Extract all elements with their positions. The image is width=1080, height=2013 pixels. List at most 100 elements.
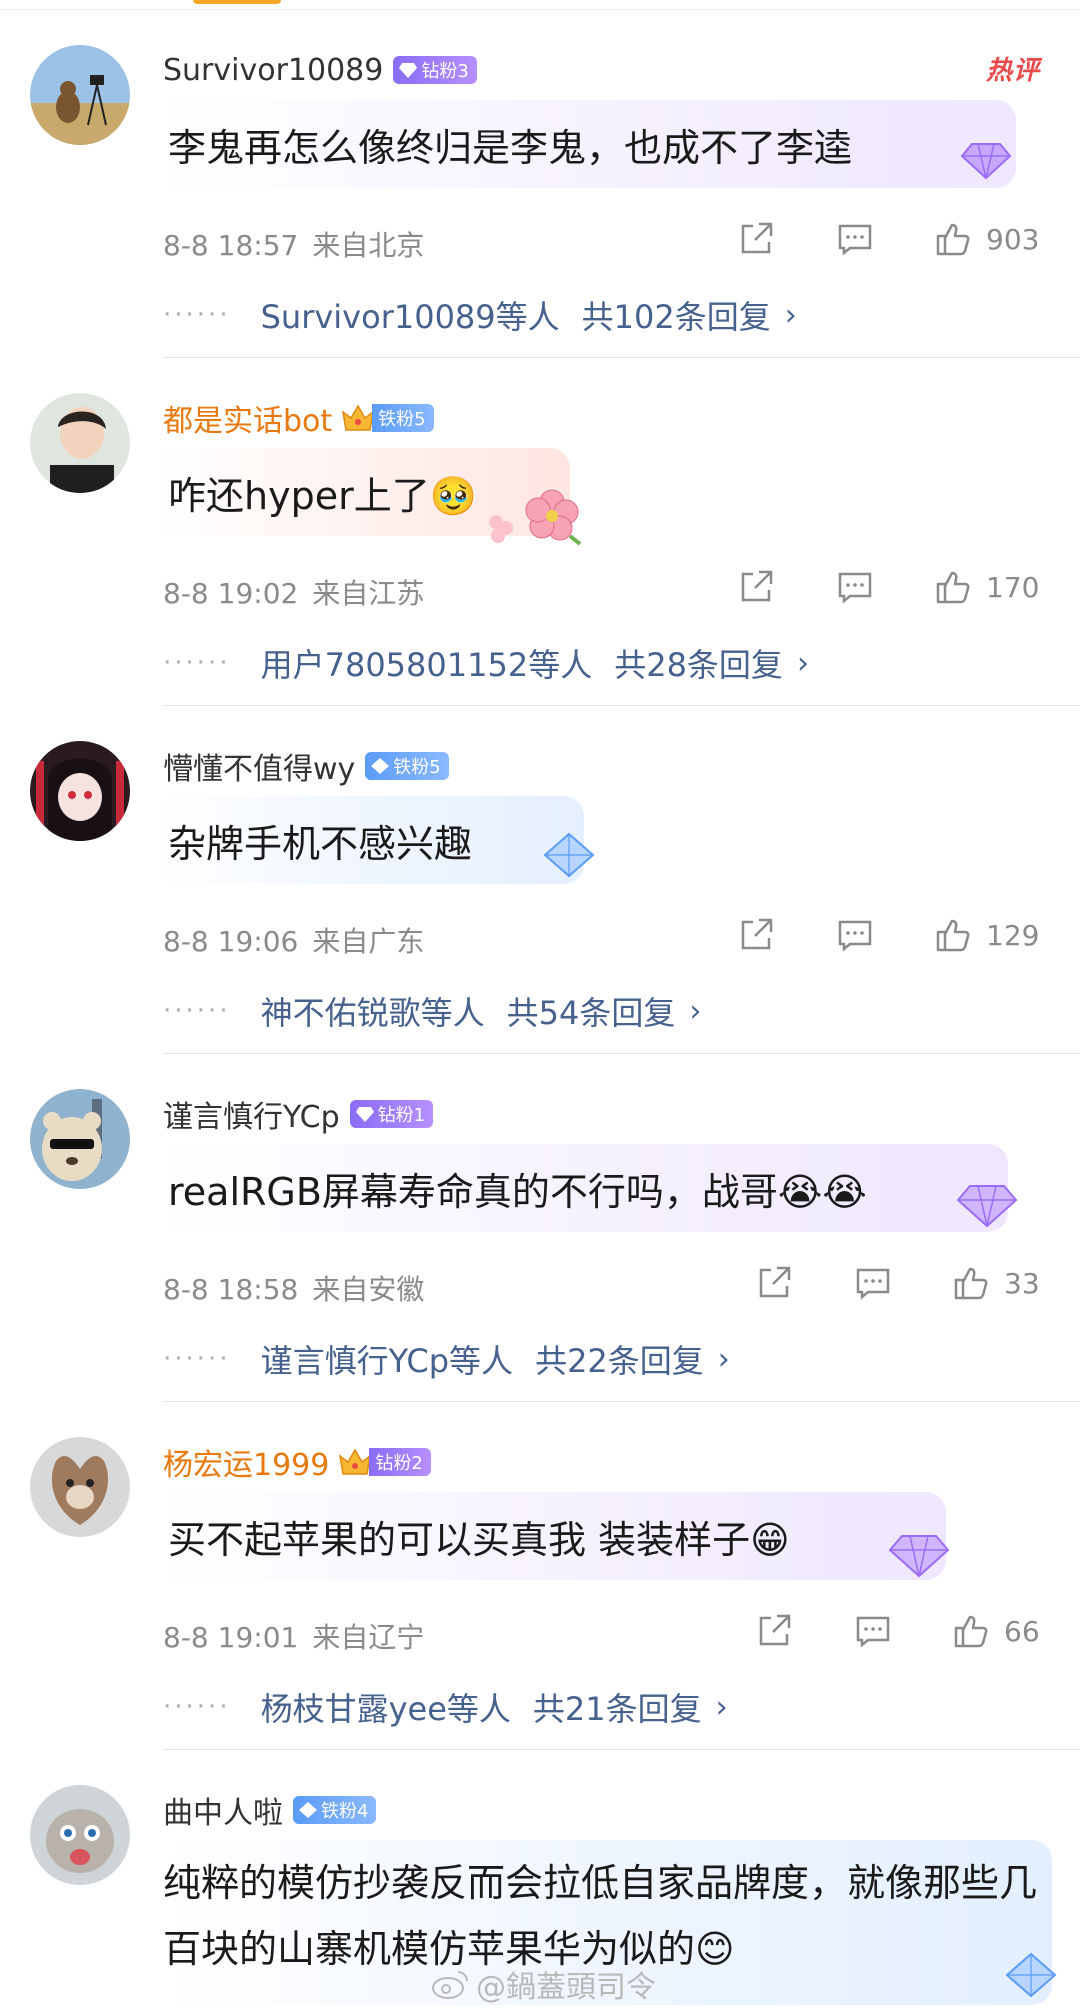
comment-icon [838, 920, 872, 952]
reply-button[interactable] [836, 220, 874, 258]
like-count: 66 [1004, 1614, 1040, 1648]
reply-users: 用户7805801152等人 [260, 646, 593, 684]
like-count: 33 [1004, 1266, 1040, 1300]
fan-badge[interactable]: 铁粉5 [372, 404, 434, 432]
like-button[interactable]: 170 [934, 568, 1039, 606]
location: 来自辽宁 [312, 1621, 425, 1654]
comment-bubble: 买不起苹果的可以买真我 装装样子😁 [156, 1492, 946, 1580]
username[interactable]: 杨宏运1999 [163, 1440, 329, 1484]
location: 来自安徽 [312, 1273, 425, 1306]
diamond-decoration-icon [543, 832, 595, 878]
share-button[interactable] [755, 1264, 793, 1302]
avatar[interactable] [30, 1437, 130, 1537]
comment-icon [838, 572, 872, 604]
view-replies-link[interactable]: ······ Survivor10089等人 共102条回复 › [163, 292, 797, 338]
username[interactable]: 曲中人啦 [163, 1788, 283, 1832]
location: 来自江苏 [312, 577, 425, 610]
share-button[interactable] [737, 916, 775, 954]
ellipsis-icon: ······ [163, 996, 231, 1026]
thumbs-up-icon [936, 571, 970, 604]
like-button[interactable]: 903 [934, 220, 1039, 258]
reply-button[interactable] [836, 568, 874, 606]
avatar[interactable] [30, 393, 130, 493]
share-icon [741, 918, 773, 950]
username[interactable]: 都是实话bot [163, 396, 332, 440]
reply-users: Survivor10089等人 [260, 298, 560, 336]
hot-comment-tag: 热评 [985, 56, 1040, 86]
view-replies-link[interactable]: ······ 杨枝甘露yee等人 共21条回复 › [163, 1684, 728, 1730]
chevron-right-icon: › [796, 645, 809, 681]
username[interactable]: 懵懂不值得wy [163, 744, 355, 788]
comment-bubble: 杂牌手机不感兴趣 [156, 796, 584, 884]
like-count: 129 [986, 918, 1040, 952]
weibo-logo-icon [432, 1971, 468, 1999]
share-icon [741, 222, 773, 254]
diamond-decoration-icon [888, 1535, 950, 1578]
fan-badge[interactable]: 铁粉4 [293, 1796, 377, 1824]
ellipsis-icon: ······ [163, 648, 231, 678]
reply-button[interactable] [854, 1612, 892, 1650]
like-count: 170 [986, 570, 1040, 604]
comment-bubble: realRGB屏幕寿命真的不行吗，战哥😭😭 [156, 1144, 1008, 1232]
thumbs-up-icon [936, 919, 970, 952]
reply-users: 杨枝甘露yee等人 [260, 1690, 511, 1728]
flower-decoration-icon [489, 489, 582, 546]
avatar[interactable] [30, 45, 130, 145]
comment-icon [856, 1268, 890, 1300]
comment-icon [838, 224, 872, 256]
thumbs-up-icon [936, 223, 970, 256]
avatar[interactable] [30, 1785, 130, 1885]
share-icon [759, 1614, 791, 1646]
comment-item: 都是实话bot 铁粉5 咋还hyper上了🥹 8-8 19:02 来自江苏 170… [0, 358, 1080, 706]
crown-icon [342, 404, 375, 431]
comment-text: 李鬼再怎么像终归是李鬼，也成不了李逵 [168, 125, 853, 170]
like-button[interactable]: 66 [952, 1612, 1040, 1650]
view-replies-link[interactable]: ······ 神不佑锐歌等人 共54条回复 › [163, 988, 701, 1034]
comment-meta: 8-8 19:01 来自辽宁 [163, 1616, 424, 1656]
share-button[interactable] [755, 1612, 793, 1650]
fan-badge[interactable]: 钻粉3 [393, 56, 477, 84]
comment-text: 咋还hyper上了🥹 [168, 473, 478, 518]
reply-total: 共54条回复 [506, 994, 676, 1032]
crown-icon [339, 1448, 372, 1475]
comment-text: realRGB屏幕寿命真的不行吗，战哥😭😭 [168, 1169, 867, 1214]
location: 来自广东 [312, 925, 425, 958]
timestamp: 8-8 18:58 [163, 1273, 299, 1306]
chevron-right-icon: › [717, 1341, 730, 1377]
view-replies-link[interactable]: ······ 用户7805801152等人 共28条回复 › [163, 640, 809, 686]
comment-item: 杨宏运1999 钻粉2 买不起苹果的可以买真我 装装样子😁 8-8 19:01 来… [0, 1402, 1080, 1750]
timestamp: 8-8 19:02 [163, 577, 299, 610]
comment-meta: 8-8 19:06 来自广东 [163, 920, 424, 960]
view-replies-link[interactable]: ······ 谨言慎行YCp等人 共22条回复 › [163, 1336, 730, 1382]
avatar[interactable] [30, 1089, 130, 1189]
reply-button[interactable] [836, 916, 874, 954]
username[interactable]: 谨言慎行YCp [163, 1092, 340, 1136]
reply-button[interactable] [854, 1264, 892, 1302]
comment-item: Survivor10089 钻粉3 热评 李鬼再怎么像终归是李鬼，也成不了李逵 … [0, 10, 1080, 358]
reply-total: 共21条回复 [532, 1690, 702, 1728]
like-button[interactable]: 33 [952, 1264, 1040, 1302]
diamond-decoration-icon [960, 143, 1012, 180]
share-button[interactable] [737, 220, 775, 258]
comment-icon [856, 1616, 890, 1648]
ellipsis-icon: ······ [163, 300, 231, 330]
fan-badge[interactable]: 钻粉1 [349, 1100, 434, 1128]
comment-meta: 8-8 18:58 来自安徽 [163, 1268, 424, 1308]
gem-icon [399, 63, 418, 78]
comment-text: 买不起苹果的可以买真我 装装样子😁 [168, 1517, 790, 1562]
share-icon [759, 1266, 791, 1298]
username[interactable]: Survivor10089 [163, 53, 383, 88]
avatar[interactable] [30, 741, 130, 841]
chevron-right-icon: › [784, 297, 797, 333]
thumbs-up-icon [954, 1615, 988, 1648]
timestamp: 8-8 19:01 [163, 1621, 299, 1654]
fan-badge[interactable]: 钻粉2 [369, 1448, 431, 1476]
share-button[interactable] [737, 568, 775, 606]
chevron-right-icon: › [715, 1689, 728, 1725]
like-button[interactable]: 129 [934, 916, 1039, 954]
comment-bubble: 李鬼再怎么像终归是李鬼，也成不了李逵 [156, 100, 1016, 188]
location: 来自北京 [312, 229, 425, 262]
reply-total: 共28条回复 [614, 646, 783, 684]
fan-badge[interactable]: 铁粉5 [365, 752, 449, 780]
ellipsis-icon: ······ [163, 1344, 231, 1374]
